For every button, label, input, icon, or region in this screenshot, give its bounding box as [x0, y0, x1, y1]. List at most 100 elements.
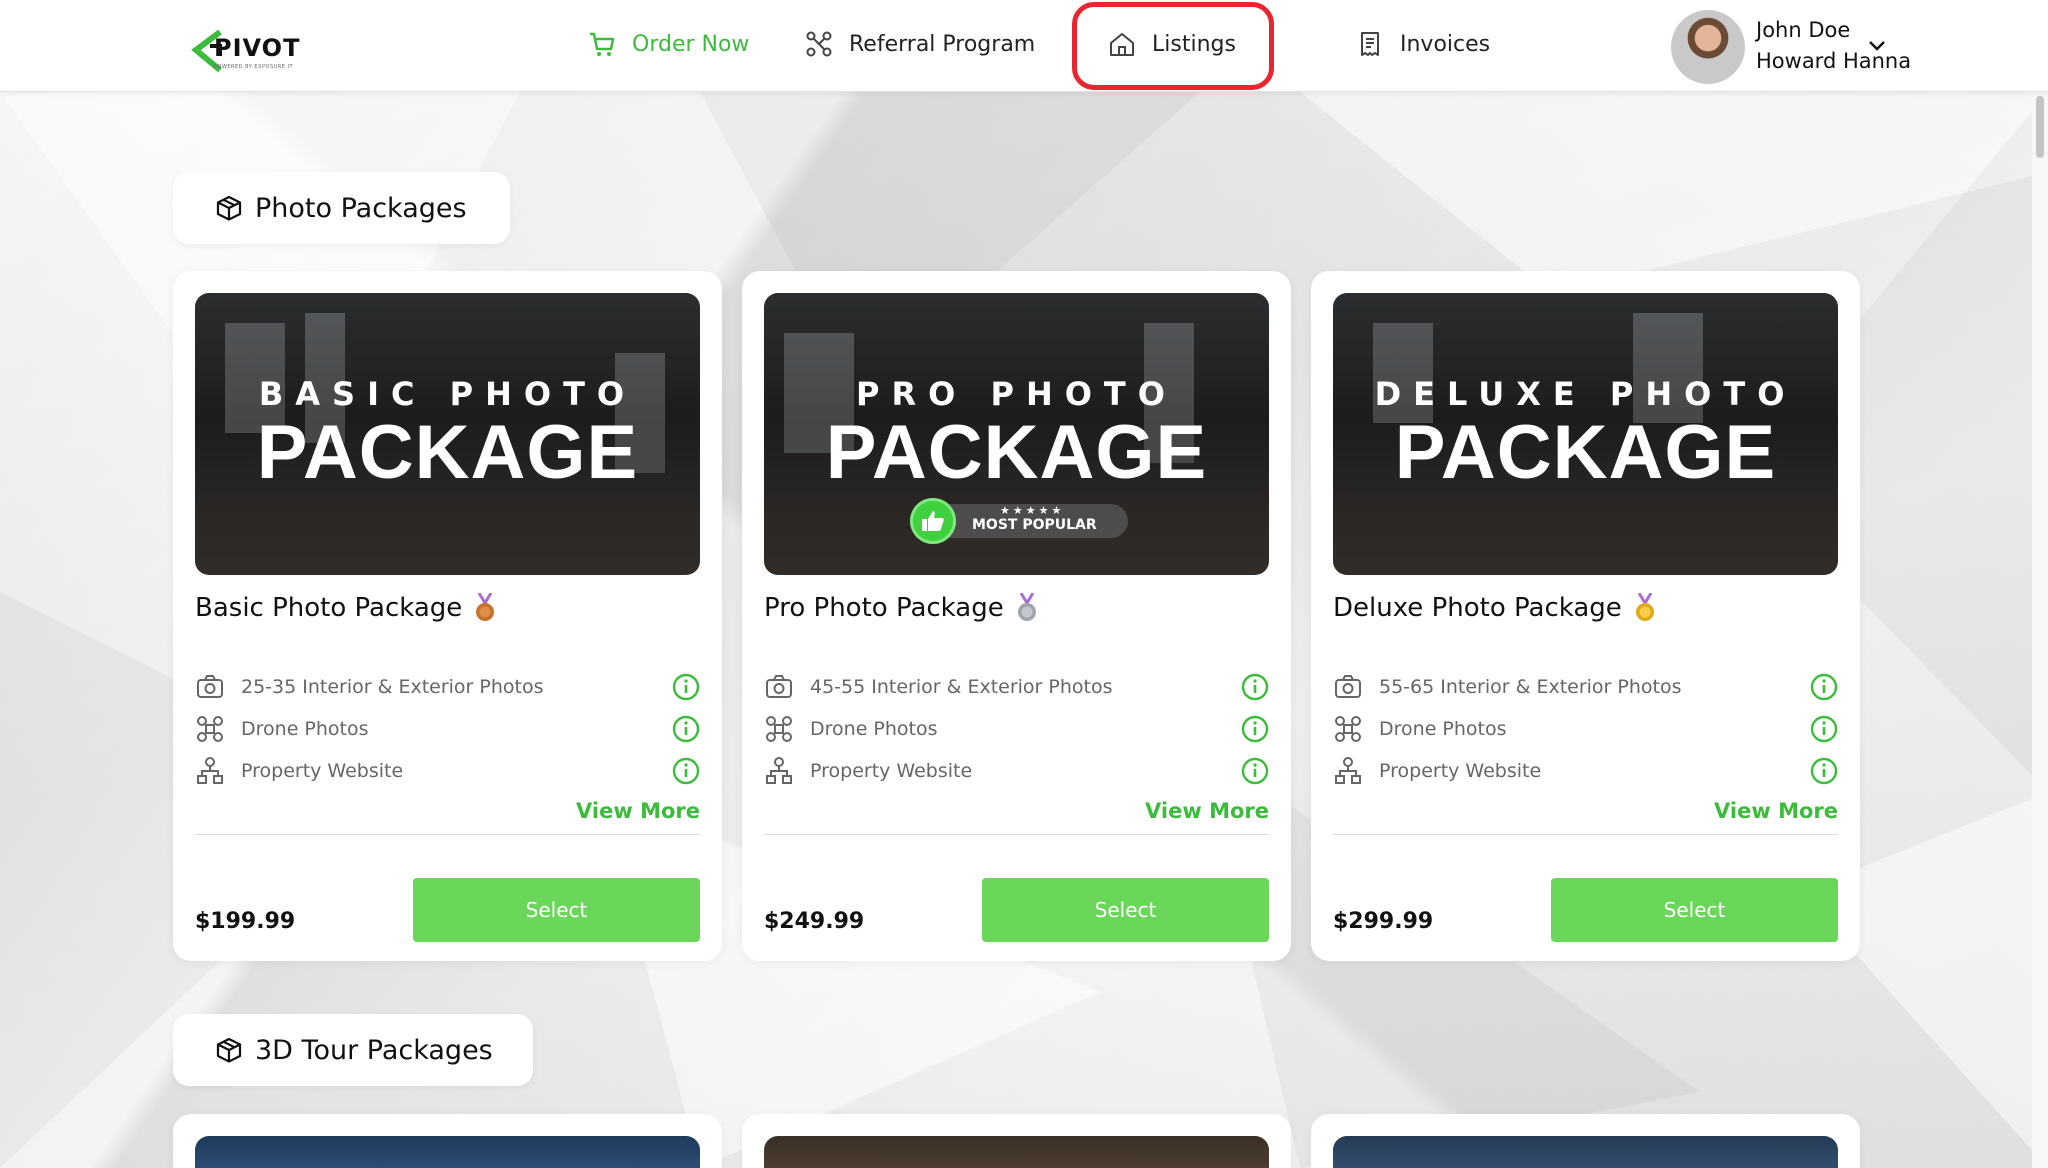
most-popular-label: MOST POPULAR [972, 517, 1097, 533]
camera-icon [1333, 672, 1363, 702]
feature-label: Drone Photos [810, 718, 938, 740]
divider [764, 834, 1269, 835]
user-avatar[interactable] [1671, 10, 1745, 84]
sitemap-icon [1333, 756, 1363, 786]
feature-website: Property Website [764, 755, 1269, 787]
feature-label: Property Website [241, 760, 404, 782]
pivot-logo[interactable]: PIVOT POWERED BY EXPOSURE IT [190, 24, 310, 78]
top-navigation-bar: PIVOT POWERED BY EXPOSURE IT Order Now R… [0, 0, 2048, 92]
package-image: BASIC PHOTO PACKAGE [195, 293, 700, 575]
feature-drone: Drone Photos [764, 713, 1269, 745]
section-header-photo-packages: Photo Packages [173, 172, 510, 244]
feature-website: Property Website [1333, 755, 1838, 787]
package-image [1333, 1136, 1838, 1168]
camera-icon [195, 672, 225, 702]
drone-icon [764, 714, 794, 744]
divider [195, 834, 700, 835]
section-header-3d-tour-packages: 3D Tour Packages [173, 1014, 533, 1086]
info-icon[interactable] [1241, 757, 1269, 785]
package-image-subtitle: PACKAGE [1394, 410, 1777, 495]
package-image [764, 1136, 1269, 1168]
feature-website: Property Website [195, 755, 700, 787]
gold-medal-icon [1634, 593, 1656, 623]
select-button[interactable]: Select [982, 878, 1269, 942]
divider [1333, 834, 1838, 835]
bronze-medal-icon [474, 593, 496, 623]
tour-package-card [1311, 1114, 1860, 1168]
logo-text: PIVOT [214, 34, 301, 62]
box-icon [215, 1036, 243, 1064]
nav-invoices-label: Invoices [1400, 31, 1491, 57]
package-image: PRO PHOTO PACKAGE ★★★★★ MOST POPULAR [764, 293, 1269, 575]
feature-label: Property Website [810, 760, 973, 782]
camera-icon [764, 672, 794, 702]
cart-icon [588, 30, 616, 58]
package-card-basic: BASIC PHOTO PACKAGE Basic Photo Package … [173, 271, 722, 961]
feature-label: 25-35 Interior & Exterior Photos [241, 676, 544, 698]
scrollbar-thumb[interactable] [2036, 96, 2044, 158]
package-title: Deluxe Photo Package [1333, 593, 1656, 623]
view-more-link[interactable]: View More [576, 799, 700, 823]
nav-order-now-label: Order Now [632, 31, 750, 57]
feature-photos: 55-65 Interior & Exterior Photos [1333, 671, 1838, 703]
box-icon [215, 194, 243, 222]
thumbs-up-icon [910, 498, 956, 544]
info-icon[interactable] [672, 673, 700, 701]
info-icon[interactable] [1241, 673, 1269, 701]
package-title-text: Deluxe Photo Package [1333, 593, 1622, 623]
scrollbar-track[interactable] [2032, 92, 2048, 1168]
package-title-text: Basic Photo Package [195, 593, 463, 623]
nav-order-now[interactable]: Order Now [588, 24, 749, 64]
package-image-title: BASIC PHOTO [258, 375, 637, 413]
logo-subtitle: POWERED BY EXPOSURE IT [214, 64, 294, 70]
package-image [195, 1136, 700, 1168]
share-nodes-icon [805, 30, 833, 58]
info-icon[interactable] [672, 715, 700, 743]
drone-icon [195, 714, 225, 744]
section-title: 3D Tour Packages [255, 1034, 493, 1066]
feature-label: Property Website [1379, 760, 1542, 782]
package-price: $199.99 [195, 909, 296, 934]
package-image-title: DELUXE PHOTO [1374, 375, 1797, 413]
package-card-deluxe: DELUXE PHOTO PACKAGE Deluxe Photo Packag… [1311, 271, 1860, 961]
package-title-text: Pro Photo Package [764, 593, 1004, 623]
feature-photos: 25-35 Interior & Exterior Photos [195, 671, 700, 703]
info-icon[interactable] [1810, 757, 1838, 785]
feature-label: Drone Photos [241, 718, 369, 740]
feature-label: 55-65 Interior & Exterior Photos [1379, 676, 1682, 698]
info-icon[interactable] [1241, 715, 1269, 743]
nav-invoices[interactable]: Invoices [1356, 24, 1490, 64]
user-name: John Doe [1756, 18, 1851, 42]
feature-drone: Drone Photos [195, 713, 700, 745]
nav-referral-program-label: Referral Program [849, 31, 1036, 57]
tour-package-card [173, 1114, 722, 1168]
drone-icon [1333, 714, 1363, 744]
silver-medal-icon [1016, 593, 1038, 623]
info-icon[interactable] [672, 757, 700, 785]
package-card-pro: PRO PHOTO PACKAGE ★★★★★ MOST POPULAR Pro… [742, 271, 1291, 961]
view-more-link[interactable]: View More [1145, 799, 1269, 823]
tour-package-card [742, 1114, 1291, 1168]
package-image-subtitle: PACKAGE [256, 410, 639, 495]
package-price: $249.99 [764, 909, 865, 934]
view-more-link[interactable]: View More [1714, 799, 1838, 823]
package-image: DELUXE PHOTO PACKAGE [1333, 293, 1838, 575]
select-button[interactable]: Select [413, 878, 700, 942]
feature-label: 45-55 Interior & Exterior Photos [810, 676, 1113, 698]
chevron-down-icon[interactable] [1866, 34, 1888, 56]
package-image-subtitle: PACKAGE [825, 410, 1208, 495]
info-icon[interactable] [1810, 673, 1838, 701]
receipt-icon [1356, 30, 1384, 58]
package-image-title: PRO PHOTO [856, 375, 1177, 413]
package-title: Pro Photo Package [764, 593, 1038, 623]
section-title: Photo Packages [255, 192, 467, 224]
feature-photos: 45-55 Interior & Exterior Photos [764, 671, 1269, 703]
feature-label: Drone Photos [1379, 718, 1507, 740]
nav-referral-program[interactable]: Referral Program [805, 24, 1035, 64]
select-button[interactable]: Select [1551, 878, 1838, 942]
listings-highlight-outline [1072, 2, 1274, 90]
most-popular-badge: ★★★★★ MOST POPULAR [910, 498, 1130, 544]
rating-stars: ★★★★★ [1000, 504, 1065, 517]
feature-drone: Drone Photos [1333, 713, 1838, 745]
info-icon[interactable] [1810, 715, 1838, 743]
